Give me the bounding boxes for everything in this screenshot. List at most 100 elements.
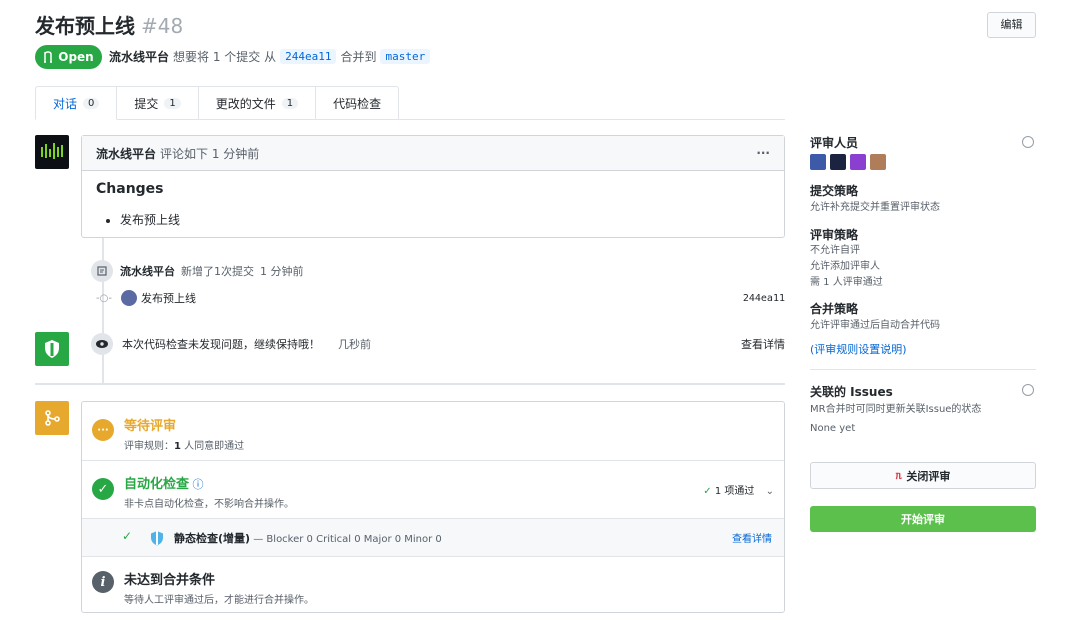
- check-circle-icon: ✓: [92, 478, 114, 500]
- event-text: 新增了1次提交: [181, 265, 254, 278]
- avatar: [35, 332, 69, 366]
- gear-icon[interactable]: [1022, 384, 1034, 396]
- check-time: 几秒前: [338, 338, 371, 351]
- tab-label: 提交: [134, 96, 159, 111]
- avatar[interactable]: [850, 154, 866, 170]
- avatar[interactable]: [810, 154, 826, 170]
- mr-subtitle: 流水线平台 想要将 1 个提交 从 244ea11 合并到 master: [109, 48, 431, 65]
- commit-row[interactable]: -○- 发布预上线 244ea11: [96, 290, 785, 306]
- tab-label: 更改的文件: [215, 96, 276, 111]
- chevron-down-icon: ⌄: [765, 486, 774, 497]
- divider: [810, 369, 1036, 370]
- page-title-text: 发布预上线: [35, 14, 135, 38]
- tab-conversation[interactable]: 对话 0: [35, 86, 118, 120]
- author-name[interactable]: 流水线平台: [109, 48, 169, 65]
- tab-changed-files[interactable]: 更改的文件 1: [198, 86, 317, 120]
- tab-commits[interactable]: 提交 1: [117, 86, 199, 120]
- comment-box: 流水线平台评论如下 1 分钟前 ··· Changes 发布预上线: [81, 135, 785, 238]
- target-branch[interactable]: master: [380, 49, 431, 64]
- pipeline-bot-icon: [41, 143, 63, 159]
- commit-icon: -○-: [96, 292, 112, 304]
- static-check-name: 静态检查(增量): [174, 532, 251, 545]
- comment-header: 流水线平台 评论如下 1 分钟前 ···: [82, 136, 784, 171]
- rules-help-link[interactable]: (评审规则设置说明): [810, 342, 907, 358]
- issues-title: 关联的 Issues: [810, 385, 893, 399]
- avatar: [35, 401, 69, 435]
- submit-policy-title: 提交策略: [810, 184, 859, 198]
- merge-box: ··· 等待评审 评审规则：1 人同意即通过 ✓ 自动化检查 ⓘ 非卡点自动化检…: [81, 401, 785, 613]
- tab-code-check[interactable]: 代码检查: [316, 86, 400, 120]
- subtitle-text: 想要将 1 个提交 从: [173, 50, 277, 64]
- avatar[interactable]: [870, 154, 886, 170]
- more-icon[interactable]: ···: [756, 146, 770, 160]
- shield-icon: [45, 340, 59, 358]
- shield-icon: [151, 531, 163, 546]
- timeline-commit-event: 流水线平台 新增了1次提交 1 分钟前: [91, 260, 304, 282]
- avatar: [120, 290, 137, 306]
- tab-label: 对话: [53, 96, 78, 111]
- repo-push-icon: [91, 260, 113, 282]
- start-review-button[interactable]: 开始评审: [810, 506, 1036, 532]
- review-policy-line: 不允许自评: [810, 245, 860, 256]
- comment-heading: Changes: [96, 181, 164, 197]
- avatar[interactable]: [830, 154, 846, 170]
- status-badge: Open: [35, 45, 102, 69]
- view-details-link[interactable]: 查看详情: [741, 336, 785, 352]
- check-icon: ✓: [703, 486, 712, 497]
- status-label: Open: [58, 50, 94, 64]
- close-review-label: 关闭评审: [906, 469, 951, 483]
- comment-body: Changes 发布预上线: [82, 171, 784, 238]
- auto-check-title: 自动化检查 ⓘ: [124, 477, 204, 492]
- static-check-detail: — Blocker 0 Critical 0 Major 0 Minor 0: [253, 534, 442, 545]
- view-details-link[interactable]: 查看详情: [732, 530, 772, 545]
- submit-policy-text: 允许补充提交并重置评审状态: [810, 202, 940, 213]
- review-title: 等待评审: [124, 419, 177, 434]
- review-policy-line: 允许添加评审人: [810, 261, 880, 272]
- tab-underline: [375, 119, 785, 120]
- issues-text: MR合并时可同时更新关联Issue的状态: [810, 404, 982, 415]
- tab-count: 1: [164, 97, 181, 109]
- info-icon: i: [92, 571, 114, 593]
- git-merge-icon: [45, 410, 60, 426]
- merge-request-icon: [44, 51, 53, 63]
- commit-message[interactable]: 发布预上线: [141, 290, 196, 306]
- auto-check-status[interactable]: ✓ 1 项通过 ⌄: [703, 482, 774, 497]
- reviewer-avatars: [810, 154, 890, 170]
- condition-title: 未达到合并条件: [124, 573, 216, 588]
- tab-label: 代码检查: [333, 96, 382, 111]
- condition-sub: 等待人工评审通过后，才能进行合并操作。: [124, 595, 314, 606]
- check-text: 本次代码检查未发现问题，继续保持哦！: [122, 338, 320, 351]
- timeline-check-event: 本次代码检查未发现问题，继续保持哦！ 几秒前 查看详情: [91, 333, 785, 355]
- auto-check-row[interactable]: ✓ 自动化检查 ⓘ 非卡点自动化检查，不影响合并操作。 ✓ 1 项通过 ⌄: [82, 461, 784, 519]
- review-policy-title: 评审策略: [810, 228, 859, 242]
- close-review-button[interactable]: ᥰ 关闭评审: [810, 462, 1036, 489]
- mr-number: #48: [141, 14, 184, 38]
- commit-hash[interactable]: 244ea11: [743, 293, 785, 304]
- pending-icon: ···: [92, 419, 114, 441]
- tab-bar: 对话 0 提交 1 更改的文件 1 代码检查: [35, 86, 400, 120]
- merge-policy-text: 允许评审通过后自动合并代码: [810, 320, 940, 331]
- event-time: 1 分钟前: [260, 265, 304, 278]
- review-rule: 评审规则：1 人同意即通过: [124, 441, 245, 452]
- source-branch[interactable]: 244ea11: [280, 49, 337, 64]
- reviewers-title: 评审人员: [810, 136, 859, 150]
- tab-count: 0: [83, 97, 100, 109]
- check-icon: ✓: [122, 529, 133, 543]
- avatar[interactable]: [35, 135, 69, 169]
- static-check-row: ✓ 静态检查(增量) — Blocker 0 Critical 0 Major …: [82, 519, 784, 557]
- list-item: 发布预上线: [120, 211, 770, 228]
- comment-author[interactable]: 流水线平台: [96, 147, 156, 161]
- merge-request-icon: ᥰ: [895, 468, 903, 482]
- tab-count: 1: [281, 97, 299, 109]
- edit-button[interactable]: 编辑: [987, 12, 1036, 38]
- page-title: 发布预上线 #48: [35, 10, 183, 39]
- auto-check-sub: 非卡点自动化检查，不影响合并操作。: [124, 499, 294, 510]
- subtitle-merge-text: 合并到: [340, 50, 377, 64]
- gear-icon[interactable]: [1022, 136, 1034, 148]
- review-policy-line: 需 1 人评审通过: [810, 277, 883, 288]
- review-status-row: ··· 等待评审 评审规则：1 人同意即通过: [82, 402, 784, 461]
- event-author[interactable]: 流水线平台: [120, 263, 175, 279]
- info-icon: ⓘ: [189, 478, 204, 491]
- eye-icon: [91, 333, 113, 355]
- divider: [35, 383, 785, 385]
